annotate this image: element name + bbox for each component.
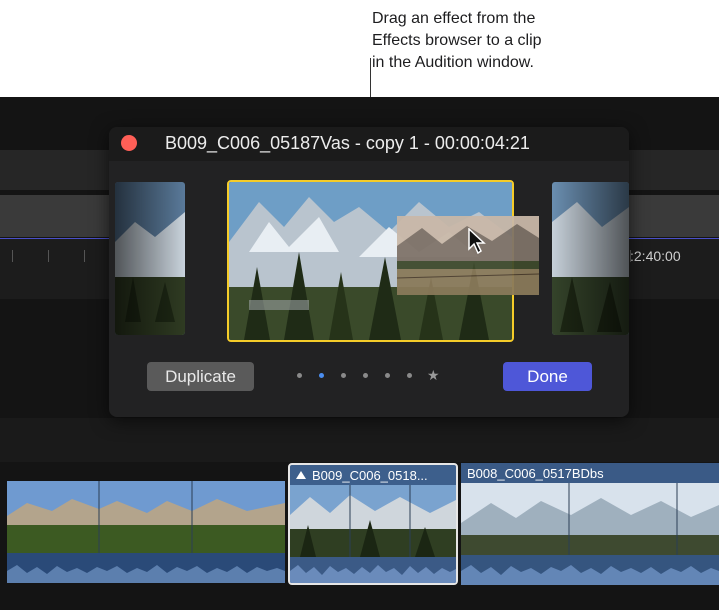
- timeline-clip[interactable]: B008_C006_0517BDbs: [461, 463, 719, 585]
- clip-label: B009_C006_0518...: [312, 468, 428, 483]
- audition-clip-previous[interactable]: [115, 182, 185, 335]
- callout-text: Drag an effect from the Effects browser …: [372, 10, 542, 71]
- favorite-star-icon[interactable]: ★: [427, 367, 440, 384]
- page-dot-active[interactable]: [319, 373, 324, 378]
- timeline-track: B009_C006_0518... B008_C006_0517BDbs: [0, 463, 719, 593]
- audition-window: B009_C006_05187Vas - copy 1 - 00:00:04:2…: [109, 127, 629, 417]
- done-button[interactable]: Done: [503, 362, 592, 391]
- timeline-spacer: [0, 418, 719, 462]
- clip-filmstrip-icon: [290, 485, 456, 583]
- audition-clip-next[interactable]: [552, 182, 629, 335]
- ruler-tick: [84, 250, 85, 262]
- timeline-bottom-bar: [0, 594, 719, 610]
- mountain-thumbnail-icon: [115, 182, 185, 335]
- page-dot[interactable]: [407, 373, 412, 378]
- clip-label: B008_C006_0517BDbs: [467, 466, 604, 481]
- ruler-tick: [48, 250, 49, 262]
- clip-filmstrip-icon: [461, 483, 719, 585]
- audition-title: B009_C006_05187Vas - copy 1 - 00:00:04:2…: [165, 133, 530, 153]
- close-button[interactable]: [121, 135, 137, 151]
- page-dot[interactable]: [385, 373, 390, 378]
- timeline-clip-selected[interactable]: B009_C006_0518...: [288, 463, 458, 585]
- audition-stack-icon: [296, 471, 306, 479]
- mouse-pointer-icon: [468, 228, 486, 255]
- clip-filmstrip-icon: [7, 481, 285, 583]
- audition-title-bar: B009_C006_05187Vas - copy 1 - 00:00:04:2…: [109, 127, 629, 161]
- ruler-timecode: :2:40:00: [630, 248, 681, 264]
- ruler-tick: [12, 250, 13, 262]
- page-dot[interactable]: [341, 373, 346, 378]
- mountain-thumbnail-icon: [552, 182, 629, 335]
- page-dot[interactable]: [297, 373, 302, 378]
- page-dot[interactable]: [363, 373, 368, 378]
- timeline-clip[interactable]: [7, 481, 285, 583]
- duplicate-button[interactable]: Duplicate: [147, 362, 254, 391]
